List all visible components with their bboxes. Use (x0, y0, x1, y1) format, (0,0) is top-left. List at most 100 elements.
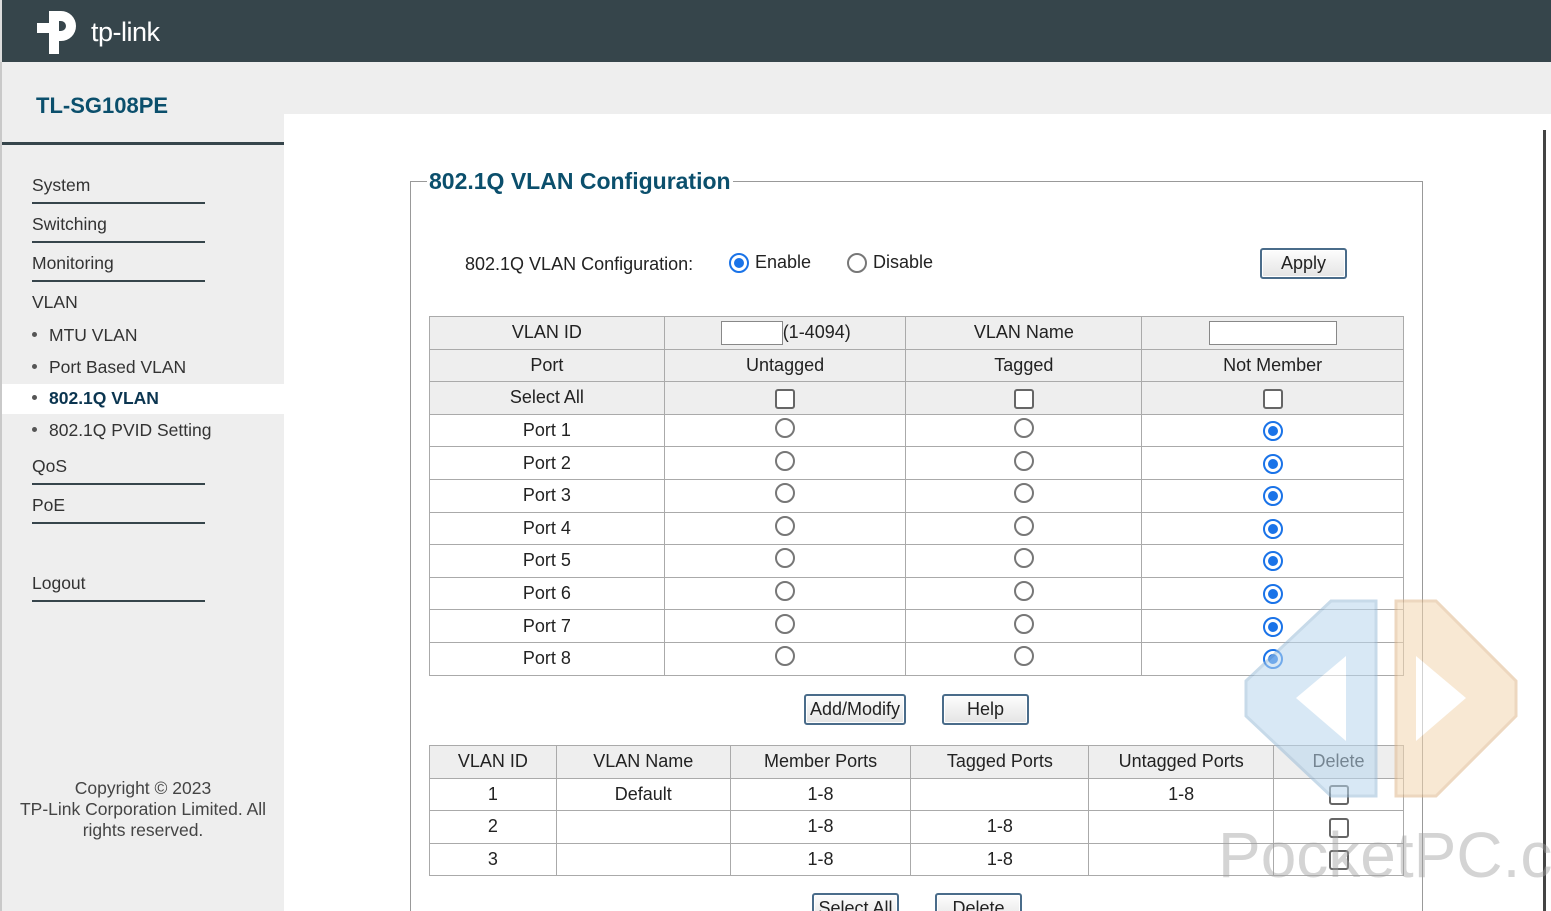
vlan-cell-members: 1-8 (729, 842, 912, 877)
header-vlan-id: VLAN ID (429, 745, 557, 779)
vlan-cell-delete (1273, 777, 1404, 812)
delete-button[interactable]: Delete (935, 893, 1022, 911)
port-tagged-radio[interactable] (1013, 483, 1034, 504)
port-cell-untagged (663, 641, 907, 676)
header-untagged-ports: Untagged Ports (1088, 745, 1275, 779)
port-cell-not-member (1141, 609, 1404, 643)
port-cell-not-member (1141, 576, 1404, 611)
nav-system[interactable]: System (32, 175, 205, 204)
port-untagged-radio[interactable] (775, 450, 796, 471)
delete-checkbox[interactable] (1328, 817, 1349, 838)
port-not-member-radio[interactable] (1262, 453, 1283, 474)
vlan-cell-untagged: 1-8 (1088, 777, 1275, 812)
table-row: Port 2 (429, 446, 1404, 480)
enable-radio[interactable]: Enable (729, 252, 811, 273)
add-modify-button[interactable]: Add/Modify (804, 694, 906, 725)
nav-qos[interactable]: QoS (32, 456, 205, 485)
select-all-tagged-checkbox[interactable] (1013, 388, 1034, 409)
nav-8021q-pvid[interactable]: 802.1Q PVID Setting (32, 420, 211, 441)
port-tagged-radio[interactable] (1013, 548, 1034, 569)
select-all-row: Select All (429, 381, 1404, 415)
select-all-not-member-cell (1141, 381, 1404, 415)
vlan-name-cell (1141, 316, 1404, 350)
disable-radio-button[interactable] (847, 252, 867, 273)
port-cell-untagged (663, 544, 907, 578)
port-not-member-radio[interactable] (1262, 649, 1283, 670)
nav-switching[interactable]: Switching (32, 214, 205, 243)
bullet-icon (32, 426, 37, 432)
nav-vlan[interactable]: VLAN (32, 292, 78, 313)
port-cell-untagged (663, 413, 907, 448)
table-row: Port 8 (429, 641, 1404, 676)
bullet-icon (32, 331, 37, 337)
port-untagged-radio[interactable] (775, 515, 796, 536)
port-name: Port 4 (429, 511, 665, 546)
port-tagged-radio[interactable] (1013, 515, 1034, 536)
port-untagged-radio[interactable] (775, 483, 796, 504)
vlan-cell-id: 1 (429, 777, 557, 812)
nav-port-based-vlan[interactable]: Port Based VLAN (32, 357, 186, 378)
delete-checkbox[interactable] (1328, 785, 1349, 806)
nav-port-based-vlan-label: Port Based VLAN (49, 357, 187, 377)
nav-monitoring[interactable]: Monitoring (32, 253, 205, 282)
apply-button[interactable]: Apply (1260, 248, 1347, 279)
port-membership-table: VLAN ID (1-4094) VLAN Name Port Untagged… (429, 316, 1404, 676)
nav-8021q-vlan-label: 802.1Q VLAN (49, 388, 159, 408)
port-untagged-radio[interactable] (775, 548, 796, 569)
scrollbar[interactable] (1543, 130, 1546, 911)
select-all-not-member-checkbox[interactable] (1262, 388, 1283, 409)
col-not-member: Not Member (1141, 348, 1404, 383)
help-button[interactable]: Help (942, 694, 1029, 725)
disable-radio[interactable]: Disable (847, 252, 933, 273)
port-not-member-radio[interactable] (1262, 616, 1283, 637)
nav-poe[interactable]: PoE (32, 495, 205, 524)
nav-mtu-vlan[interactable]: MTU VLAN (32, 325, 137, 346)
port-untagged-radio[interactable] (775, 581, 796, 602)
table-row: Port 6 (429, 576, 1404, 611)
enable-radio-button[interactable] (729, 252, 749, 273)
table-row: Port 1 (429, 413, 1404, 448)
port-name: Port 6 (429, 576, 665, 611)
vlan-id-input[interactable] (720, 320, 783, 345)
tp-link-logo[interactable]: tp-link (35, 2, 160, 58)
port-untagged-radio[interactable] (775, 613, 796, 634)
port-cell-tagged (905, 576, 1143, 611)
vlan-cell-tagged: 1-8 (910, 842, 1090, 877)
select-all-untagged-checkbox[interactable] (775, 388, 796, 409)
port-not-member-radio[interactable] (1262, 421, 1283, 442)
port-untagged-radio[interactable] (775, 646, 796, 667)
select-all-button[interactable]: Select All (812, 893, 899, 911)
content-top-bar (284, 62, 1551, 114)
port-not-member-radio[interactable] (1262, 518, 1283, 539)
port-cell-tagged (905, 446, 1143, 480)
port-tagged-radio[interactable] (1013, 450, 1034, 471)
vlan-input-row: VLAN ID (1-4094) VLAN Name (429, 316, 1404, 350)
port-tagged-radio[interactable] (1013, 613, 1034, 634)
port-tagged-radio[interactable] (1013, 581, 1034, 602)
vlan-name-input[interactable] (1208, 320, 1337, 345)
port-not-member-radio[interactable] (1262, 486, 1283, 507)
port-tagged-radio[interactable] (1013, 418, 1034, 439)
port-cell-tagged (905, 609, 1143, 643)
port-untagged-radio[interactable] (775, 418, 796, 439)
nav-logout[interactable]: Logout (32, 573, 205, 602)
nav-8021q-vlan[interactable]: 802.1Q VLAN (32, 388, 159, 409)
port-cell-not-member (1141, 641, 1404, 676)
table-row: Port 5 (429, 544, 1404, 578)
delete-checkbox[interactable] (1328, 850, 1349, 871)
header-vlan-name: VLAN Name (555, 745, 731, 779)
port-name: Port 7 (429, 609, 665, 643)
port-tagged-radio[interactable] (1013, 646, 1034, 667)
port-not-member-radio[interactable] (1262, 551, 1283, 572)
port-cell-untagged (663, 609, 907, 643)
port-not-member-radio[interactable] (1262, 584, 1283, 605)
port-cell-not-member (1141, 446, 1404, 480)
vlan-cell-members: 1-8 (729, 777, 912, 812)
vlan-cell-untagged (1088, 810, 1275, 844)
col-tagged: Tagged (905, 348, 1143, 383)
table-row: 3 1-8 1-8 (429, 842, 1404, 877)
disable-label: Disable (873, 252, 934, 272)
port-cell-untagged (663, 446, 907, 480)
table-row: 1 Default 1-8 1-8 (429, 777, 1404, 812)
vlan-rows: 1 Default 1-8 1-8 2 1-8 1-8 3 1-8 1-8 (429, 777, 1404, 877)
